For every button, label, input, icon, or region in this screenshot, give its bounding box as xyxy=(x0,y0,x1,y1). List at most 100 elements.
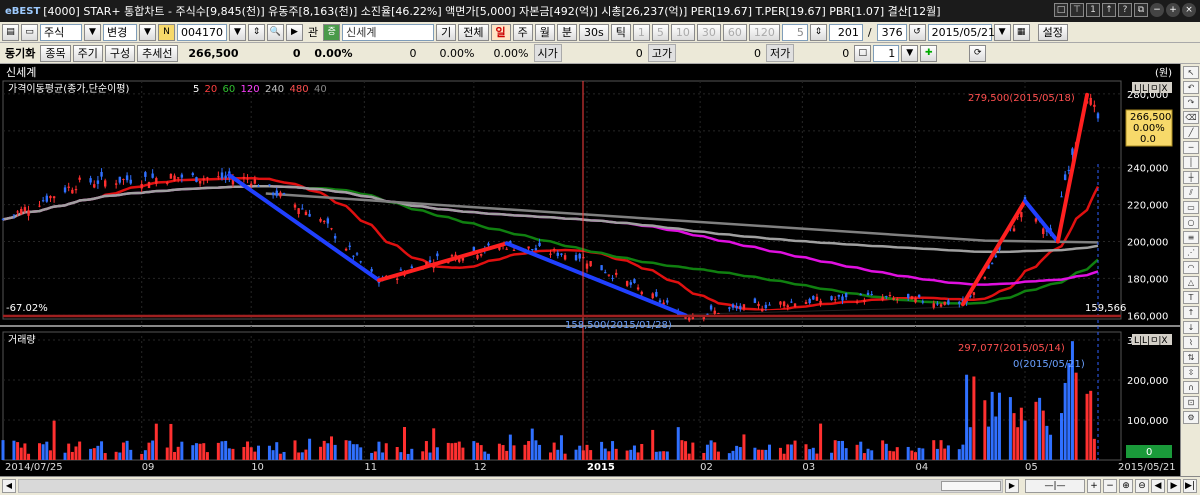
minute-opt-1[interactable]: 1 xyxy=(632,23,650,41)
volume-panel-buttons[interactable]: L|L|ㅁ|X xyxy=(1132,334,1172,346)
change-dropdown-icon[interactable]: ▼ xyxy=(139,23,156,41)
stock-code-input[interactable]: 004170 xyxy=(177,23,227,41)
arc-tool-icon[interactable]: ◠ xyxy=(1183,261,1199,274)
tab-minute[interactable]: 분 xyxy=(556,23,577,41)
minimize-button[interactable]: − xyxy=(1150,3,1164,17)
scroll-track[interactable] xyxy=(18,479,1003,493)
minute-opt-30[interactable]: 30 xyxy=(696,23,721,41)
pin-icon[interactable]: ⊤ xyxy=(1070,3,1084,17)
chart-area[interactable]: 160,000180,000200,000220,000240,000260,0… xyxy=(0,64,1180,476)
sync-compose-button[interactable]: 구성 xyxy=(104,44,136,62)
tab-tick[interactable]: 틱 xyxy=(610,23,631,41)
triangle-tool-icon[interactable]: △ xyxy=(1183,276,1199,289)
refresh-arrow-icon[interactable]: ↺ xyxy=(908,23,926,41)
help-icon[interactable]: ? xyxy=(1118,3,1132,17)
zoom-left-icon[interactable]: ◀ xyxy=(1151,479,1165,493)
detach-icon[interactable]: ⧉ xyxy=(1134,3,1148,17)
tab-monthly[interactable]: 월 xyxy=(534,23,555,41)
zigzag-tool-icon[interactable]: ⌇ xyxy=(1183,336,1199,349)
price-panel-buttons-text[interactable]: L|L|ㅁ|X xyxy=(1134,84,1168,94)
n-badge-icon[interactable]: N xyxy=(158,23,175,41)
close-button[interactable]: × xyxy=(1182,3,1196,17)
vline-tool-icon[interactable]: │ xyxy=(1183,156,1199,169)
undo-tool-icon[interactable]: ↶ xyxy=(1183,81,1199,94)
hline-tool-icon[interactable]: ─ xyxy=(1183,141,1199,154)
settings-button[interactable]: 설정 xyxy=(1037,23,1068,41)
tab-30s[interactable]: 30s xyxy=(579,23,609,41)
tab-daily[interactable]: 일 xyxy=(490,23,511,41)
all-button[interactable]: 전체 xyxy=(458,23,489,41)
monitor-icon[interactable]: ▭ xyxy=(21,23,38,41)
zoom-right-icon[interactable]: ▶ xyxy=(1167,479,1181,493)
chart-svg[interactable]: 160,000180,000200,000220,000240,000260,0… xyxy=(0,64,1180,476)
text-tool-icon[interactable]: T xyxy=(1183,291,1199,304)
add-icon[interactable]: ✚ xyxy=(920,44,938,62)
arrow-up-tool-icon[interactable]: ↑ xyxy=(1183,306,1199,319)
redo-tool-icon[interactable]: ↷ xyxy=(1183,96,1199,109)
candle-body xyxy=(479,253,483,256)
zoom-fit-icon[interactable]: ⊕ xyxy=(1119,479,1133,493)
trendline-button[interactable]: 추세선 xyxy=(137,44,178,62)
sync-item-button[interactable]: 종목 xyxy=(40,44,71,62)
line-tool-icon[interactable]: ╱ xyxy=(1183,126,1199,139)
color-box-icon[interactable]: □ xyxy=(854,44,872,62)
fib-tool-icon[interactable]: ≡ xyxy=(1183,231,1199,244)
lock-tool-icon[interactable]: ⊡ xyxy=(1183,396,1199,409)
eraser-tool-icon[interactable]: ⌫ xyxy=(1183,111,1199,124)
search-icon[interactable]: 🔍 xyxy=(267,23,284,41)
zoom-out-icon[interactable]: − xyxy=(1103,479,1117,493)
number-input[interactable]: 1 xyxy=(873,44,900,62)
cross-tool-icon[interactable]: ┼ xyxy=(1183,171,1199,184)
arrow-down-tool-icon[interactable]: ↓ xyxy=(1183,321,1199,334)
count-input[interactable]: 201 xyxy=(828,23,863,41)
scroll-left-icon[interactable]: ◀ xyxy=(2,479,16,493)
date-input[interactable]: 2015/05/21 xyxy=(927,23,995,41)
sync-cycle-button[interactable]: 주기 xyxy=(72,44,103,62)
maximize-button[interactable]: + xyxy=(1166,3,1180,17)
tab-weekly[interactable]: 주 xyxy=(512,23,533,41)
scale-tool-icon[interactable]: ⇳ xyxy=(1183,366,1199,379)
zoom-end-icon[interactable]: ▶| xyxy=(1183,479,1197,493)
updown-stepper-icon[interactable]: ⇕ xyxy=(248,23,265,41)
interest-tag[interactable]: 관 xyxy=(305,24,321,40)
zoom-slider[interactable]: —|— xyxy=(1025,479,1085,493)
market-dropdown-icon[interactable]: ▼ xyxy=(84,23,101,41)
volume-bar xyxy=(319,446,323,460)
minute-opt-120[interactable]: 120 xyxy=(748,23,780,41)
scroll-thumb[interactable] xyxy=(941,481,1001,491)
play-icon[interactable]: ▶ xyxy=(286,23,303,41)
zoom-reset-icon[interactable]: ⊖ xyxy=(1135,479,1149,493)
calendar-icon[interactable]: ▦ xyxy=(1012,23,1030,41)
interval-input[interactable]: 5 xyxy=(781,23,808,41)
link-icon[interactable]: 1 xyxy=(1086,3,1100,17)
market-select[interactable]: 주식 xyxy=(40,23,82,41)
arrows-tool-icon[interactable]: ⇅ xyxy=(1183,351,1199,364)
margin-rate-icon[interactable]: 증 xyxy=(323,23,341,41)
refresh-icon[interactable]: ⟳ xyxy=(969,44,987,62)
interval-spin-icon[interactable]: ⇕ xyxy=(809,23,827,41)
channel-tool-icon[interactable]: ⫽ xyxy=(1183,186,1199,199)
cursor-tool-icon[interactable]: ↖ xyxy=(1183,66,1199,79)
screen-menu-icon[interactable]: ▤ xyxy=(2,23,19,41)
circle-tool-icon[interactable]: ○ xyxy=(1183,216,1199,229)
zoom-in-icon[interactable]: + xyxy=(1087,479,1101,493)
number-dropdown-icon[interactable]: ▼ xyxy=(901,44,919,62)
rect-tool-icon[interactable]: ▭ xyxy=(1183,201,1199,214)
gi-button[interactable]: 기 xyxy=(436,23,457,41)
minute-opt-60[interactable]: 60 xyxy=(722,23,747,41)
minute-opt-10[interactable]: 10 xyxy=(670,23,695,41)
magnet-tool-icon[interactable]: ∩ xyxy=(1183,381,1199,394)
layout-icon[interactable]: □ xyxy=(1054,3,1068,17)
scroll-right-icon[interactable]: ▶ xyxy=(1005,479,1019,493)
change-select[interactable]: 변경 xyxy=(103,23,137,41)
date-dropdown-icon[interactable]: ▼ xyxy=(993,23,1011,41)
fan-tool-icon[interactable]: ⋰ xyxy=(1183,246,1199,259)
chart-scrollbar[interactable]: ◀ ▶ —|— + − ⊕ ⊖ ◀ ▶ ▶| xyxy=(0,476,1200,495)
minute-opt-5[interactable]: 5 xyxy=(651,23,669,41)
tile-icon[interactable]: ↑ xyxy=(1102,3,1116,17)
config-tool-icon[interactable]: ⚙ xyxy=(1183,411,1199,424)
volume-bar xyxy=(435,447,439,460)
code-dropdown-icon[interactable]: ▼ xyxy=(229,23,246,41)
volume-panel-buttons-text[interactable]: L|L|ㅁ|X xyxy=(1134,336,1168,346)
price-panel-buttons[interactable]: L|L|ㅁ|X xyxy=(1132,82,1172,94)
